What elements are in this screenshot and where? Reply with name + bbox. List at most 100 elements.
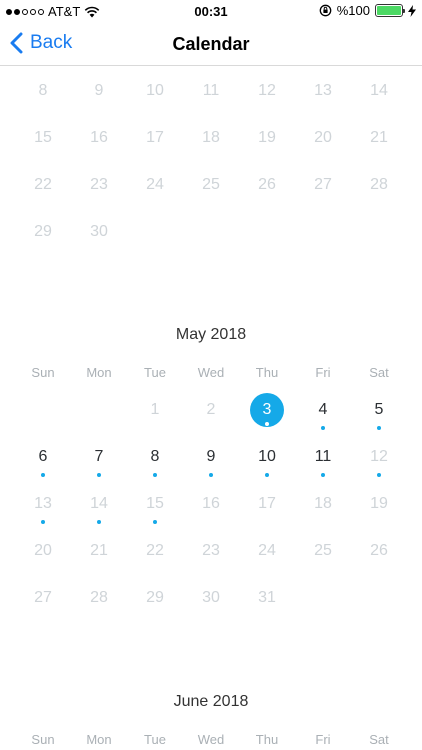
day-number: 8	[38, 82, 48, 99]
day-number: 17	[146, 129, 164, 146]
calendar-day[interactable]: 8	[127, 437, 183, 477]
calendar-day[interactable]: 25	[295, 531, 351, 571]
day-number: 7	[94, 448, 104, 465]
event-dot	[321, 473, 325, 477]
day-number: 16	[90, 129, 108, 146]
calendar-day-empty	[351, 212, 407, 252]
day-number: 28	[90, 589, 108, 606]
day-number: 9	[94, 82, 104, 99]
calendar-day[interactable]: 26	[351, 531, 407, 571]
calendar-day[interactable]: 9	[71, 71, 127, 111]
calendar-day-empty	[183, 212, 239, 252]
weekday-label: Sat	[369, 732, 389, 747]
day-number: 14	[90, 495, 108, 512]
calendar-day[interactable]: 27	[295, 165, 351, 205]
calendar-day[interactable]: 16	[71, 118, 127, 158]
calendar-day[interactable]: 22	[127, 531, 183, 571]
day-number: 20	[34, 542, 52, 559]
calendar-day[interactable]: 30	[71, 212, 127, 252]
calendar-day[interactable]: 15	[127, 484, 183, 524]
calendar-day[interactable]: 19	[351, 484, 407, 524]
calendar-week: 8 9 10 11 12 13 14	[15, 71, 407, 111]
day-number: 8	[150, 448, 160, 465]
calendar-day[interactable]: 30	[183, 578, 239, 618]
calendar-week: 29 30	[15, 212, 407, 252]
day-number: 30	[90, 223, 108, 240]
calendar-day[interactable]: 4	[295, 390, 351, 430]
day-number: 24	[258, 542, 276, 559]
weekday-label: Sun	[31, 732, 55, 747]
calendar-day[interactable]: 12	[351, 437, 407, 477]
calendar-day[interactable]: 25	[183, 165, 239, 205]
weekday-label: Sat	[369, 365, 389, 380]
calendar-day[interactable]: 11	[295, 437, 351, 477]
day-number: 25	[314, 542, 332, 559]
calendar-day[interactable]: 28	[71, 578, 127, 618]
calendar-day[interactable]: 27	[15, 578, 71, 618]
calendar-day-empty	[15, 390, 71, 430]
day-number: 26	[258, 176, 276, 193]
day-number: 1	[150, 401, 160, 418]
calendar-day[interactable]: 23	[183, 531, 239, 571]
calendar-day[interactable]: 17	[239, 484, 295, 524]
calendar-day[interactable]: 1	[127, 390, 183, 430]
calendar-day[interactable]: 21	[71, 531, 127, 571]
navigation-bar: Back Calendar	[0, 22, 422, 66]
day-number: 23	[202, 542, 220, 559]
day-number: 10	[258, 448, 276, 465]
calendar-day[interactable]: 14	[351, 71, 407, 111]
calendar-day[interactable]: 24	[127, 165, 183, 205]
calendar-day[interactable]: 11	[183, 71, 239, 111]
day-number: 30	[202, 589, 220, 606]
day-number: 27	[34, 589, 52, 606]
calendar-day[interactable]: 15	[15, 118, 71, 158]
day-number: 13	[314, 82, 332, 99]
calendar-day[interactable]: 7	[71, 437, 127, 477]
calendar-day[interactable]: 24	[239, 531, 295, 571]
calendar-day[interactable]: 8	[15, 71, 71, 111]
calendar-day[interactable]: 29	[127, 578, 183, 618]
calendar-day-selected[interactable]: 3	[239, 390, 295, 430]
calendar-day[interactable]: 31	[239, 578, 295, 618]
calendar-day[interactable]: 13	[295, 71, 351, 111]
calendar-day[interactable]: 22	[15, 165, 71, 205]
charging-bolt-icon	[408, 4, 416, 17]
day-number: 25	[202, 176, 220, 193]
calendar-day[interactable]: 10	[239, 437, 295, 477]
calendar-day-empty	[295, 212, 351, 252]
calendar-day[interactable]: 16	[183, 484, 239, 524]
back-button[interactable]: Back	[10, 32, 72, 54]
calendar-day[interactable]: 26	[239, 165, 295, 205]
day-number: 27	[314, 176, 332, 193]
calendar-day[interactable]: 29	[15, 212, 71, 252]
weekday-label: Thu	[255, 365, 279, 380]
event-dot	[41, 473, 45, 477]
calendar-day[interactable]: 5	[351, 390, 407, 430]
calendar-week: 15 16 17 18 19 20 21	[15, 118, 407, 158]
calendar-day[interactable]: 28	[351, 165, 407, 205]
calendar-day[interactable]: 9	[183, 437, 239, 477]
calendar-day[interactable]: 23	[71, 165, 127, 205]
calendar-day[interactable]: 17	[127, 118, 183, 158]
calendar-day[interactable]: 2	[183, 390, 239, 430]
event-dot	[265, 422, 269, 426]
status-bar: AT&T 00:31 %100	[0, 0, 422, 22]
day-number: 11	[202, 82, 220, 99]
calendar-day[interactable]: 19	[239, 118, 295, 158]
day-number: 19	[258, 129, 276, 146]
calendar-day[interactable]: 18	[295, 484, 351, 524]
calendar-day-empty	[239, 212, 295, 252]
calendar-day[interactable]: 13	[15, 484, 71, 524]
calendar-day[interactable]: 10	[127, 71, 183, 111]
calendar-day[interactable]: 20	[15, 531, 71, 571]
calendar-day[interactable]: 20	[295, 118, 351, 158]
calendar-day[interactable]: 21	[351, 118, 407, 158]
calendar-day[interactable]: 14	[71, 484, 127, 524]
calendar-day[interactable]: 6	[15, 437, 71, 477]
event-dot	[265, 473, 269, 477]
weekday-label: Thu	[255, 732, 279, 747]
calendar-day[interactable]: 18	[183, 118, 239, 158]
calendar-day[interactable]: 12	[239, 71, 295, 111]
day-number: 14	[370, 82, 388, 99]
calendar-scroll-view[interactable]: 8 9 10 11 12 13 14 15 16 17 18 19 20 21 …	[0, 67, 422, 750]
